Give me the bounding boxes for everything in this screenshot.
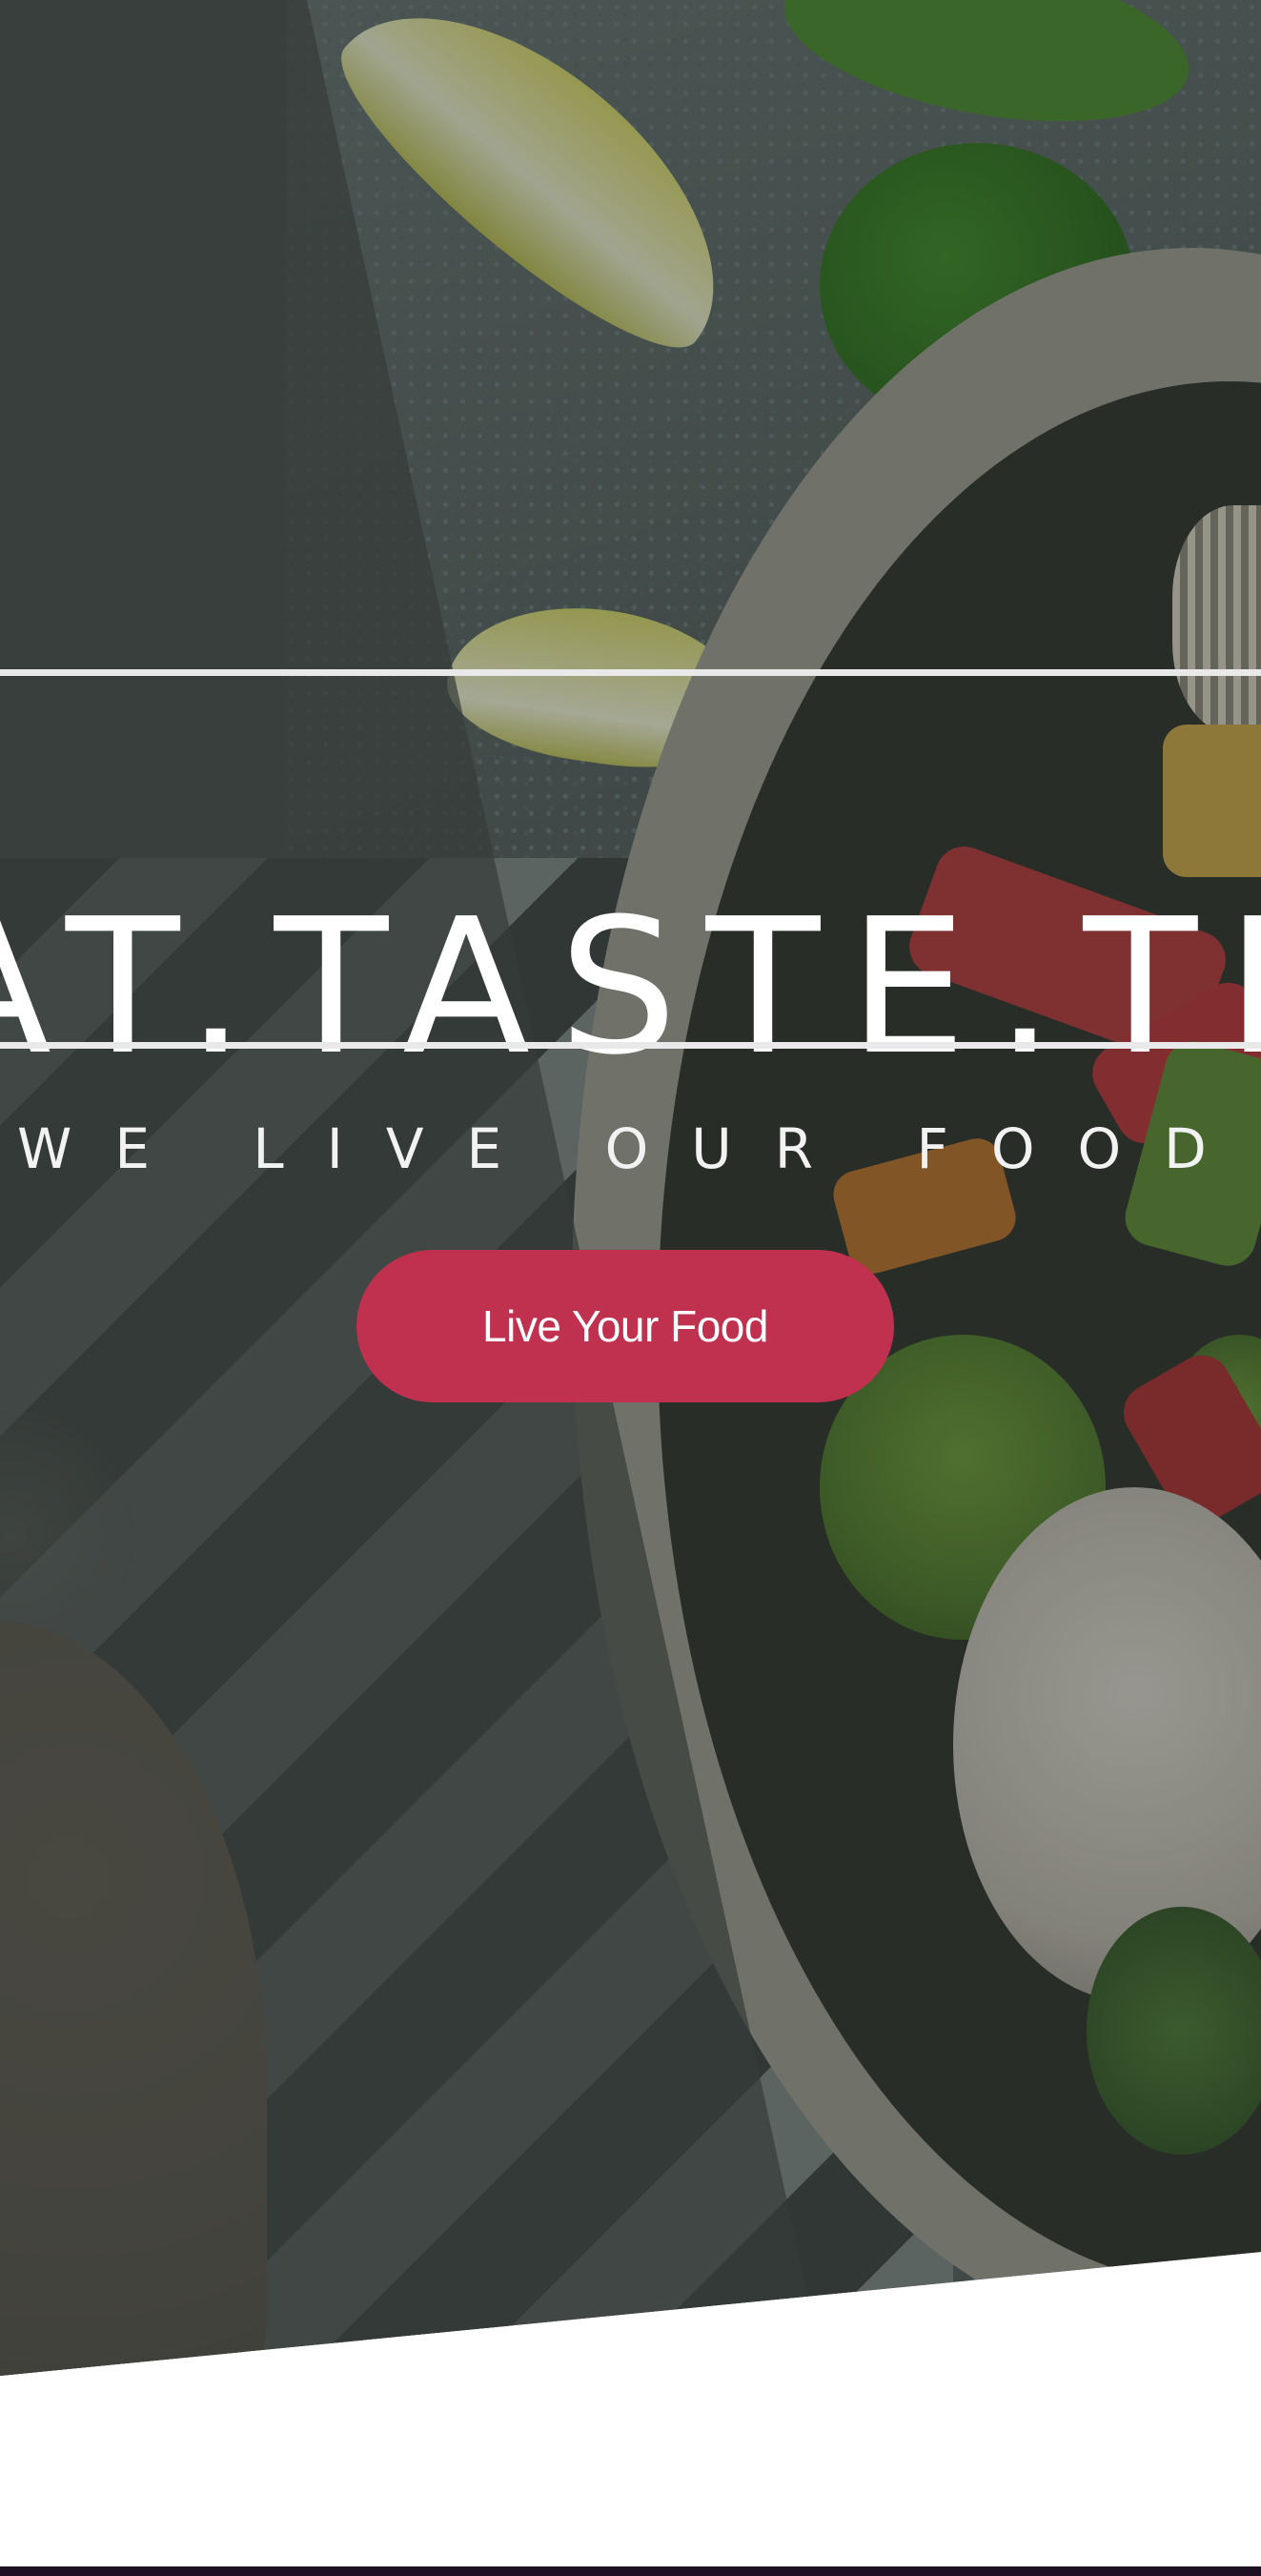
live-your-food-button[interactable]: Live Your Food bbox=[356, 1250, 894, 1402]
hero-tagline: WE LIVE OUR FOOD bbox=[17, 1116, 1250, 1181]
headline-top-rule bbox=[0, 669, 1261, 676]
headline-bottom-rule bbox=[0, 1042, 1261, 1049]
hero-section: AT.TASTE.TRY WE LIVE OUR FOOD Live Your … bbox=[0, 0, 1261, 2376]
next-section-edge bbox=[0, 2566, 1261, 2576]
hero-headline: AT.TASTE.TRY bbox=[0, 879, 1261, 1097]
